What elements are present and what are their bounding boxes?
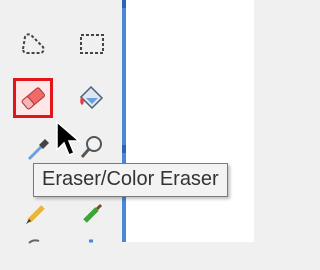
pencil-icon [26,205,45,224]
tooltip: Eraser/Color Eraser [33,163,228,197]
paint-bucket-icon [79,85,104,110]
fill-tool[interactable] [72,78,112,118]
brush-tool[interactable] [72,192,112,232]
eraser-tool[interactable] [13,78,53,118]
color-picker-tool[interactable] [18,128,58,168]
lasso-select-icon [21,33,45,54]
rectangle-select-icon [80,34,104,54]
eyedropper-icon [27,139,49,161]
canvas-resize-handle-middle[interactable] [122,145,126,153]
canvas-edge [122,0,126,242]
rectangle-select-tool[interactable] [72,24,112,64]
drawing-canvas[interactable] [122,0,254,242]
pencil-tool[interactable] [18,192,58,232]
magnifier-icon [80,136,102,158]
shape-tool[interactable] [72,230,112,270]
mouse-cursor-icon [55,120,82,160]
text-icon [28,239,40,244]
text-tool[interactable] [18,230,58,270]
brush-icon [83,203,103,223]
shape-icon [89,239,93,243]
free-form-select-tool[interactable] [14,24,54,64]
canvas-resize-handle-top[interactable] [122,0,126,8]
tooltip-text: Eraser/Color Eraser [42,168,219,190]
eraser-icon [21,87,45,110]
